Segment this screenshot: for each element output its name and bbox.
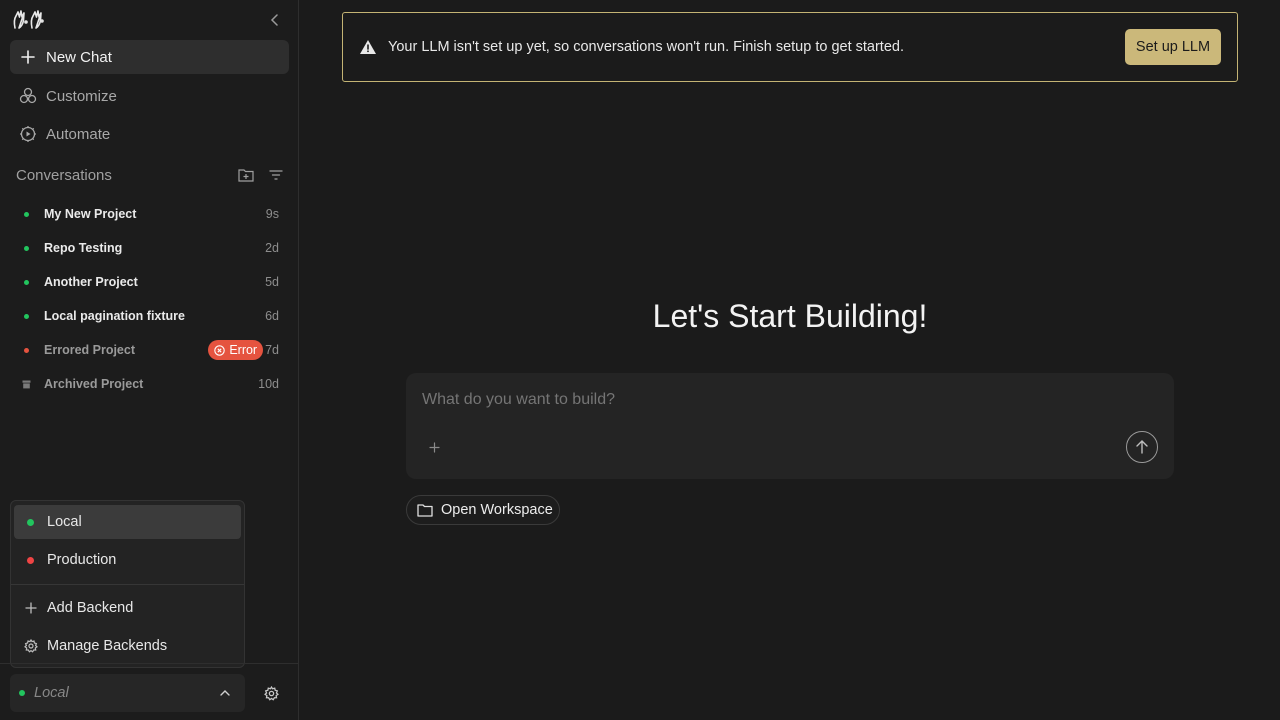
sidebar-footer: Local bbox=[0, 663, 299, 720]
customize-label: Customize bbox=[46, 87, 117, 105]
open-workspace-label: Open Workspace bbox=[441, 502, 553, 518]
conversation-name: Another Project bbox=[44, 275, 138, 289]
error-circle-icon bbox=[214, 344, 226, 356]
status-dot bbox=[27, 518, 34, 526]
customize-nav-item[interactable]: Customize bbox=[10, 79, 289, 113]
manage-backends-label: Manage Backends bbox=[47, 638, 168, 654]
gear-icon bbox=[263, 685, 279, 701]
conversation-item[interactable]: Repo Testing 2d bbox=[10, 233, 289, 263]
automate-gear-icon bbox=[10, 125, 46, 143]
conversation-item[interactable]: Archived Project 10d bbox=[10, 369, 289, 399]
attach-button[interactable] bbox=[426, 439, 442, 455]
automate-label: Automate bbox=[46, 125, 111, 143]
status-dot bbox=[24, 313, 29, 319]
warning-icon bbox=[359, 38, 377, 56]
llm-setup-banner: Your LLM isn't set up yet, so conversati… bbox=[342, 12, 1238, 82]
error-status-dot bbox=[24, 347, 29, 353]
prompt-input[interactable] bbox=[422, 391, 1102, 409]
plus-icon bbox=[428, 441, 440, 453]
new-chat-label: New Chat bbox=[46, 48, 112, 66]
conversation-time: 10d bbox=[258, 377, 279, 391]
sidebar: New Chat Customize Automate Conversation… bbox=[0, 0, 299, 720]
add-backend-label: Add Backend bbox=[47, 600, 134, 616]
conversation-item[interactable]: My New Project 9s bbox=[10, 199, 289, 229]
backend-menu: Local Production Add Backend Manage Back… bbox=[10, 500, 245, 668]
conversations-title: Conversations bbox=[16, 166, 112, 184]
folder-plus-icon bbox=[238, 169, 254, 182]
conversation-time: 9s bbox=[265, 207, 279, 221]
collapse-sidebar-button[interactable] bbox=[266, 10, 284, 30]
conversation-item[interactable]: Local pagination fixture 6d bbox=[10, 301, 289, 331]
conversation-time: 7d bbox=[265, 343, 279, 357]
conversation-name: Local pagination fixture bbox=[44, 309, 185, 323]
plus-icon bbox=[14, 602, 47, 614]
conversation-name: Archived Project bbox=[44, 377, 144, 391]
setup-llm-button[interactable]: Set up LLM bbox=[1125, 29, 1221, 65]
backend-option-label: Production bbox=[47, 552, 117, 568]
conversation-time: 5d bbox=[265, 275, 279, 289]
filter-button[interactable] bbox=[266, 166, 286, 184]
backend-option-production[interactable]: Production bbox=[14, 543, 241, 577]
conversations-header: Conversations bbox=[16, 166, 286, 184]
automate-nav-item[interactable]: Automate bbox=[10, 117, 289, 151]
backend-option-label: Local bbox=[47, 514, 82, 530]
backend-select[interactable]: Local bbox=[10, 674, 245, 712]
conversation-item[interactable]: Errored Project Error 7d bbox=[10, 335, 289, 365]
send-button[interactable] bbox=[1126, 431, 1158, 463]
conversation-time: 2d bbox=[265, 241, 279, 255]
app-root: New Chat Customize Automate Conversation… bbox=[0, 0, 1280, 720]
shapes-icon bbox=[10, 87, 46, 105]
manage-backends-button[interactable]: Manage Backends bbox=[14, 629, 241, 663]
conversation-name: Repo Testing bbox=[44, 241, 123, 255]
status-dot bbox=[24, 279, 29, 285]
chat-composer bbox=[406, 373, 1174, 479]
plus-icon bbox=[10, 50, 46, 64]
gear-icon bbox=[14, 639, 47, 653]
arrow-up-icon bbox=[1136, 440, 1148, 454]
backend-option-local[interactable]: Local bbox=[14, 505, 241, 539]
add-backend-button[interactable]: Add Backend bbox=[14, 591, 241, 625]
new-folder-button[interactable] bbox=[236, 166, 256, 184]
conversation-item[interactable]: Another Project 5d bbox=[10, 267, 289, 297]
status-dot bbox=[24, 245, 29, 251]
new-chat-button[interactable]: New Chat bbox=[10, 40, 289, 74]
banner-message: Your LLM isn't set up yet, so conversati… bbox=[388, 39, 904, 55]
menu-divider bbox=[11, 584, 244, 585]
filter-icon bbox=[269, 170, 283, 180]
folder-icon bbox=[417, 503, 433, 517]
conversation-name: Errored Project bbox=[44, 343, 136, 357]
status-dot bbox=[19, 690, 25, 696]
archive-icon bbox=[22, 380, 31, 389]
open-workspace-button[interactable]: Open Workspace bbox=[406, 495, 560, 525]
status-dot bbox=[27, 556, 34, 564]
backend-select-label: Local bbox=[34, 685, 69, 701]
app-logo-icon[interactable] bbox=[12, 8, 46, 32]
conversation-name: My New Project bbox=[44, 207, 137, 221]
chevron-up-icon bbox=[213, 690, 237, 696]
page-title: Let's Start Building! bbox=[652, 298, 928, 334]
error-badge-label: Error bbox=[229, 343, 258, 357]
chevron-left-icon bbox=[270, 14, 278, 26]
conversation-time: 6d bbox=[265, 309, 279, 323]
error-badge: Error bbox=[208, 340, 264, 360]
status-dot bbox=[24, 211, 29, 217]
settings-button[interactable] bbox=[262, 684, 280, 702]
